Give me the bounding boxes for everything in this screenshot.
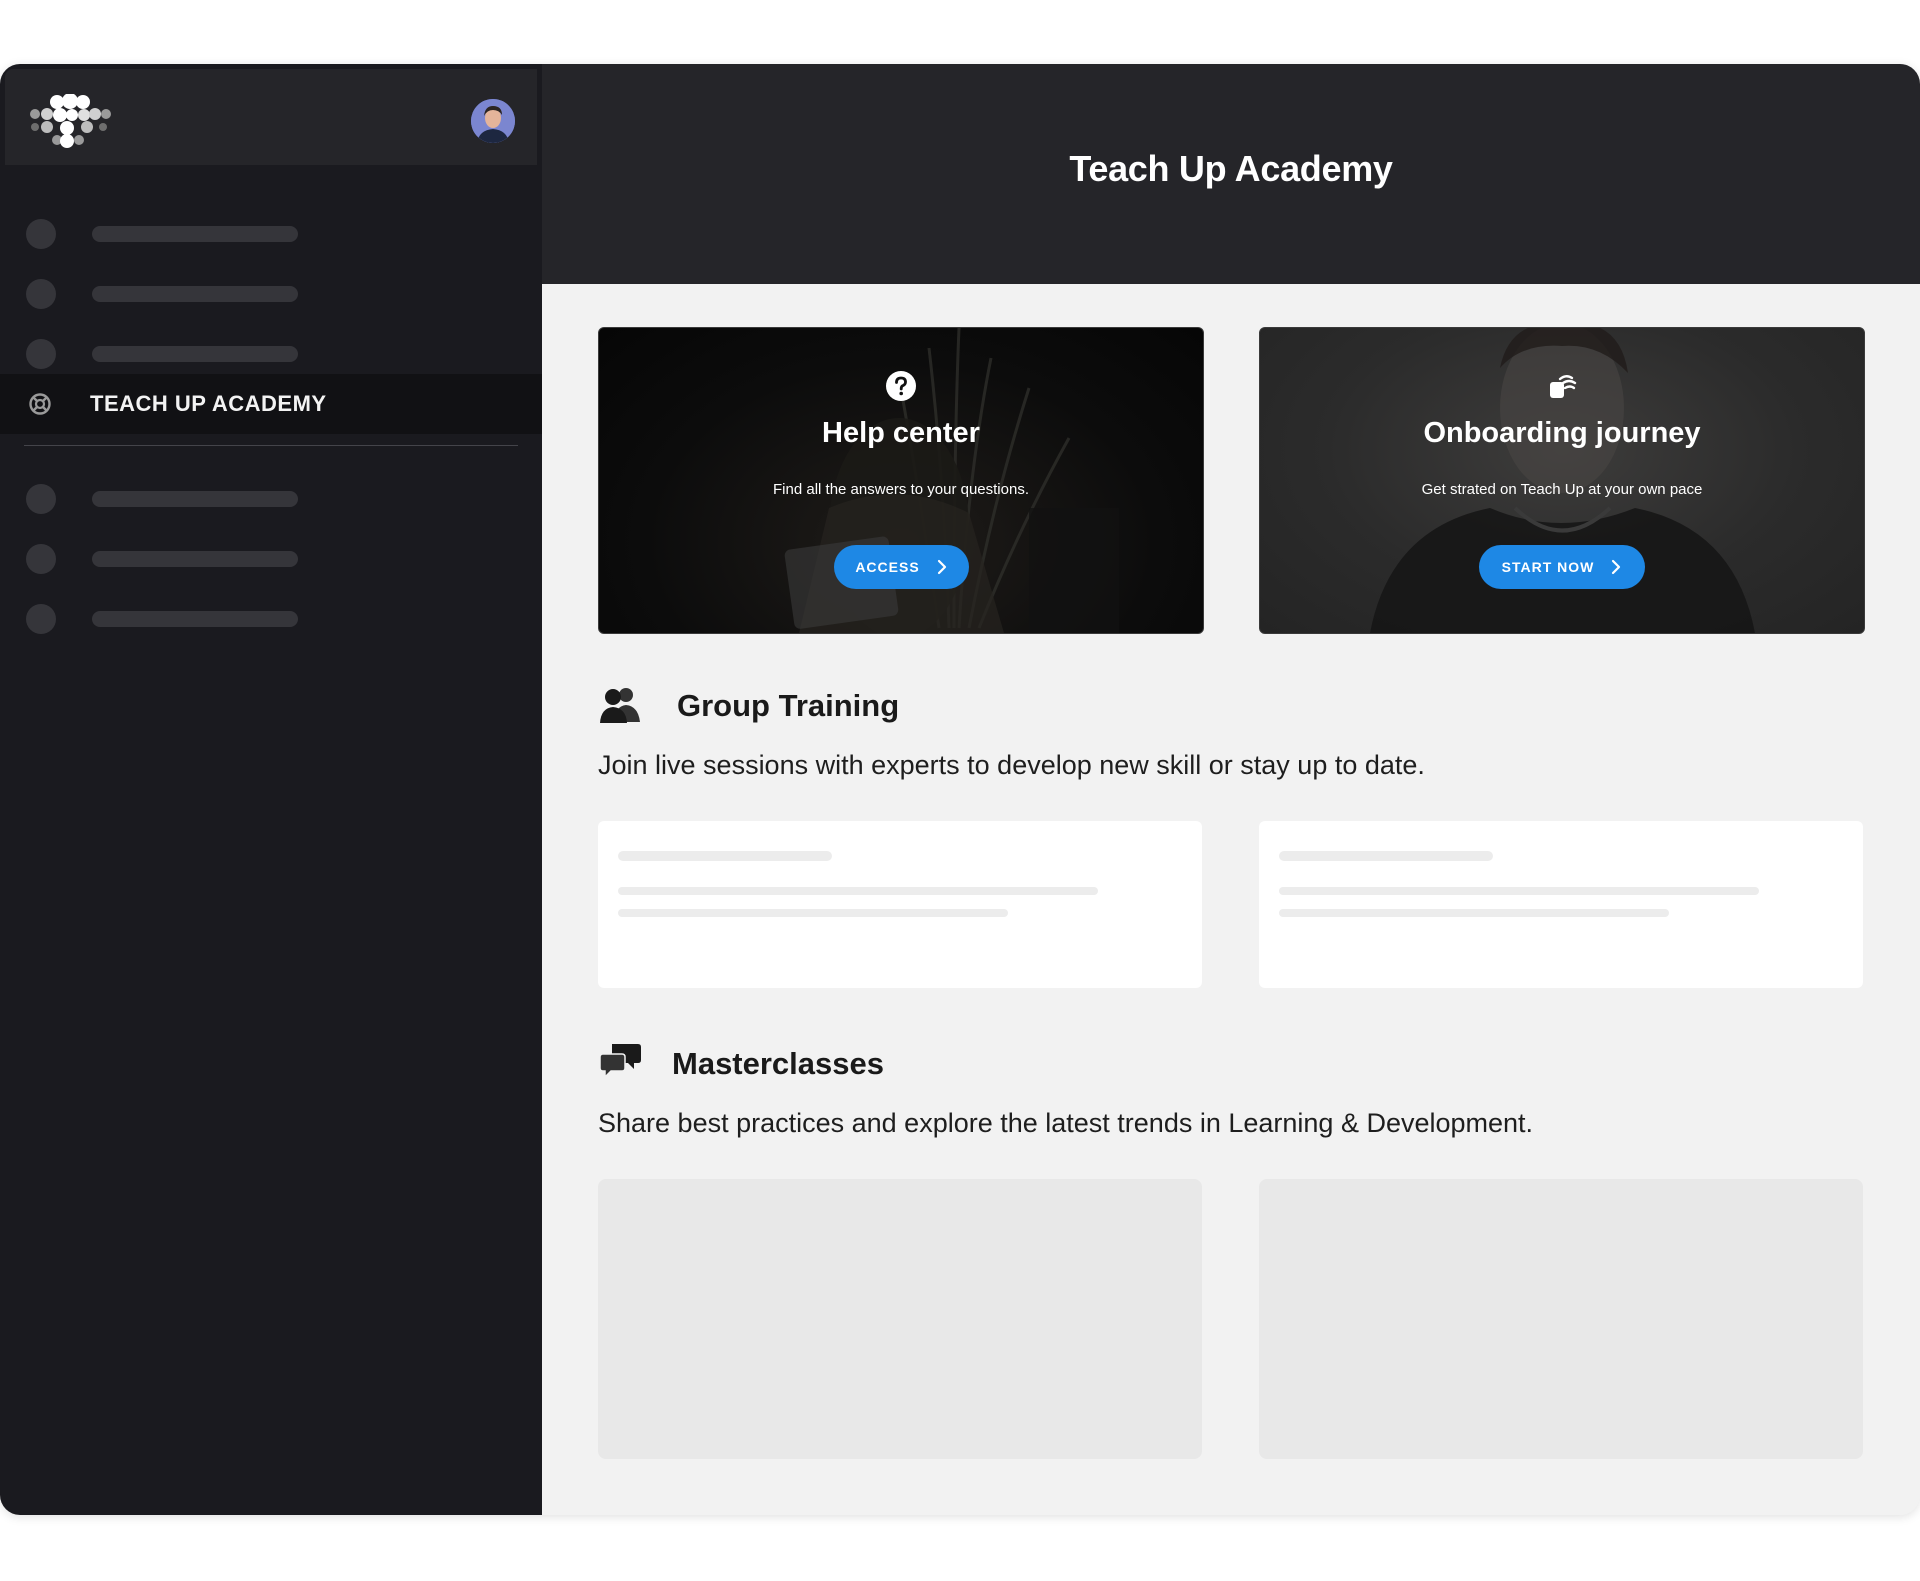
- masterclass-card-placeholder[interactable]: [598, 1179, 1202, 1459]
- nav-item-icon: [26, 604, 56, 634]
- user-avatar[interactable]: [471, 99, 515, 143]
- nav-item-label: TEACH UP ACADEMY: [90, 391, 327, 416]
- user-photo-icon: [471, 99, 515, 143]
- access-button[interactable]: ACCESS: [834, 545, 969, 589]
- card-title-placeholder: [1279, 851, 1493, 861]
- onboarding-journey-subtitle: Get strated on Teach Up at your own pace: [1421, 481, 1703, 498]
- nav-item-placeholder[interactable]: [0, 469, 542, 529]
- group-training-title: Group Training: [677, 688, 900, 723]
- nav-item-teach-up-academy[interactable]: TEACH UP ACADEMY: [0, 374, 542, 434]
- sidebar: TEACH UP ACADEMY: [0, 64, 542, 1515]
- card-text-placeholder: [618, 887, 1098, 895]
- masterclasses-description: Share best practices and explore the lat…: [598, 1108, 1534, 1138]
- access-button-label: ACCESS: [855, 559, 920, 575]
- nav-item-label-placeholder: [92, 286, 298, 302]
- nav-item-icon: [26, 339, 56, 369]
- lifebuoy-icon: [29, 393, 51, 415]
- nav-item-icon: [26, 544, 56, 574]
- nav-item-placeholder[interactable]: [0, 264, 542, 324]
- start-now-button[interactable]: START NOW: [1479, 545, 1645, 589]
- nav-item-label-placeholder: [92, 551, 298, 567]
- card-text-placeholder: [618, 909, 1008, 917]
- brand-logo-icon[interactable]: [27, 94, 113, 150]
- chevron-right-icon: [937, 559, 946, 575]
- users-icon: [600, 688, 640, 723]
- nav-item-label-placeholder: [92, 346, 298, 362]
- nav-divider: [24, 445, 518, 446]
- masterclass-card-placeholder[interactable]: [1259, 1179, 1863, 1459]
- nav-item-label-placeholder: [92, 226, 298, 242]
- chat-bubbles-icon: [600, 1044, 641, 1079]
- help-center-subtitle: Find all the answers to your questions.: [773, 481, 1029, 498]
- card-title-placeholder: [618, 851, 832, 861]
- nav-item-icon: [26, 484, 56, 514]
- cards-stack-icon: [1550, 375, 1577, 398]
- nav-item-icon: [26, 219, 56, 249]
- chevron-right-icon: [1612, 559, 1621, 575]
- nav-item-label-placeholder: [92, 611, 298, 627]
- page-title: Teach Up Academy: [1069, 148, 1393, 189]
- masterclasses-title: Masterclasses: [672, 1046, 884, 1081]
- group-training-card-placeholder[interactable]: [1259, 821, 1863, 988]
- nav-item-label-placeholder: [92, 491, 298, 507]
- question-circle-icon: [886, 371, 916, 401]
- nav-item-placeholder[interactable]: [0, 204, 542, 264]
- page-header: Teach Up Academy: [542, 64, 1920, 284]
- app-window: TEACH UP ACADEMY Teach Up Academy Help c…: [0, 64, 1920, 1515]
- group-training-card-placeholder[interactable]: [598, 821, 1202, 988]
- help-center-title: Help center: [822, 417, 980, 449]
- card-text-placeholder: [1279, 909, 1669, 917]
- card-text-placeholder: [1279, 887, 1759, 895]
- onboarding-journey-card[interactable]: Onboarding journey Get strated on Teach …: [1259, 327, 1865, 634]
- nav-item-icon: [26, 279, 56, 309]
- onboarding-journey-title: Onboarding journey: [1423, 417, 1701, 449]
- group-training-description: Join live sessions with experts to devel…: [598, 750, 1425, 780]
- help-center-card[interactable]: Help center Find all the answers to your…: [598, 327, 1204, 634]
- nav-item-placeholder[interactable]: [0, 589, 542, 649]
- start-now-button-label: START NOW: [1501, 559, 1595, 575]
- nav-item-placeholder[interactable]: [0, 529, 542, 589]
- sidebar-header: [5, 69, 537, 165]
